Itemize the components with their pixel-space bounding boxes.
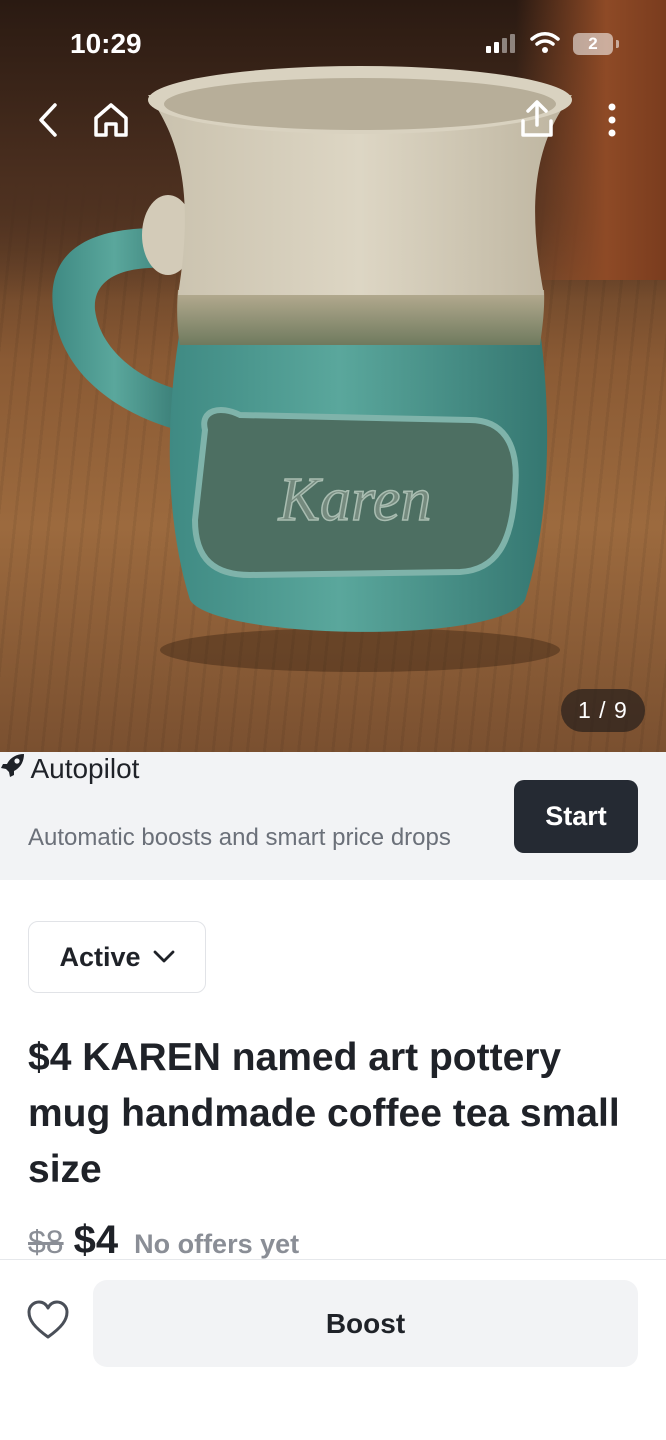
share-icon: [521, 100, 553, 137]
original-price: $8: [28, 1224, 64, 1260]
autopilot-title: Autopilot: [0, 752, 139, 785]
back-button[interactable]: [28, 100, 68, 140]
boost-button[interactable]: Boost: [93, 1280, 638, 1367]
photo-counter: 1 / 9: [561, 689, 645, 732]
offers-status: No offers yet: [134, 1229, 300, 1259]
rocket-icon: [1, 754, 24, 777]
listing-title: $4 KAREN named art pottery mug handmade …: [28, 1036, 620, 1191]
chevron-left-icon: [39, 103, 57, 137]
like-button[interactable]: [26, 1300, 70, 1342]
price-row: $8 $4 No offers yet: [28, 1218, 299, 1263]
chevron-down-icon: [153, 950, 174, 963]
home-icon: [94, 103, 128, 137]
status-time: 10:29: [70, 28, 142, 59]
status-bar: 10:29 2: [0, 0, 666, 90]
heart-icon: [27, 1300, 69, 1339]
wifi-icon: [530, 31, 560, 60]
autopilot-start-button[interactable]: Start: [514, 780, 638, 853]
signal-icon: [486, 34, 515, 53]
share-button[interactable]: [514, 96, 560, 142]
listing-status-label: Active: [59, 941, 141, 972]
more-vertical-icon: [608, 103, 616, 137]
listing-status-dropdown[interactable]: Active: [28, 921, 206, 993]
mug-name-engraving: Karen: [278, 466, 432, 534]
footer-divider: [0, 1259, 666, 1260]
home-button[interactable]: [88, 98, 134, 142]
current-price: $4: [73, 1218, 119, 1262]
battery-icon: 2: [573, 33, 619, 55]
more-options-button[interactable]: [594, 98, 630, 142]
autopilot-title-text: Autopilot: [30, 753, 140, 784]
autopilot-subtitle: Automatic boosts and smart price drops: [28, 824, 451, 851]
